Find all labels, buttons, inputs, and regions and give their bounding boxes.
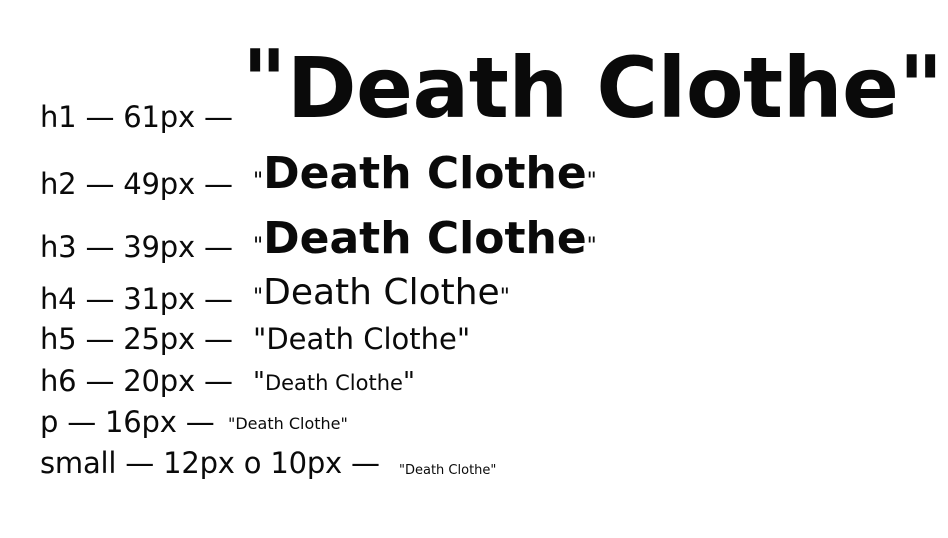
type-row-h2: h2 — 49px — "Death Clothe" [40, 152, 597, 201]
row-label: small — 12px o 10px — [40, 446, 380, 480]
type-row-h6: h6 — 20px — "Death Clothe" [40, 364, 415, 398]
row-label: h1 — 61px — [40, 100, 233, 134]
sample-group: "Death Clothe" [253, 369, 415, 395]
sample-text: Death Clothe [263, 148, 587, 199]
type-row-h3: h3 — 39px — "Death Clothe" [40, 217, 597, 264]
sample-text: Death Clothe [404, 463, 491, 478]
row-label: h4 — 31px — [40, 282, 233, 316]
sample-text: Death Clothe [264, 371, 403, 395]
close-quote: " [586, 234, 597, 259]
type-row-h1: h1 — 61px — "Death Clothe" [40, 39, 943, 134]
sample-group: "Death Clothe" [242, 39, 943, 131]
open-quote: " [253, 234, 264, 259]
close-quote: " [499, 285, 510, 310]
row-label: h3 — 39px — [40, 230, 233, 264]
row-label: h5 — 25px — [40, 322, 233, 356]
type-row-h5: h5 — 25px — "Death Clothe" [40, 322, 470, 356]
sample-group: "Death Clothe" [399, 461, 496, 477]
open-quote: " [253, 285, 264, 310]
sample-text: Death Clothe [266, 322, 457, 356]
row-label: h6 — 20px — [40, 364, 233, 398]
sample-group: "Death Clothe" [253, 325, 470, 354]
row-label: h2 — 49px — [40, 167, 233, 201]
sample-group: "Death Clothe" [228, 416, 348, 432]
close-quote: " [490, 463, 497, 478]
row-label: p — 16px — [40, 405, 215, 439]
sample-text: Death Clothe [235, 414, 341, 433]
open-quote: " [253, 322, 267, 356]
close-quote: " [586, 169, 597, 194]
open-quote: " [242, 32, 287, 132]
close-quote: " [340, 414, 348, 433]
sample-text: Death Clothe [263, 213, 587, 264]
close-quote: " [898, 38, 944, 138]
sample-text: Death Clothe [286, 39, 899, 137]
open-quote: " [253, 169, 264, 194]
open-quote: " [253, 367, 265, 397]
type-row-small: small — 12px o 10px — "Death Clothe" [40, 446, 496, 480]
close-quote: " [402, 367, 415, 397]
type-row-p: p — 16px — "Death Clothe" [40, 405, 348, 439]
sample-text: Death Clothe [263, 272, 500, 313]
type-row-h4: h4 — 31px — "Death Clothe" [40, 275, 510, 316]
sample-group: "Death Clothe" [253, 217, 597, 261]
sample-group: "Death Clothe" [253, 275, 510, 311]
sample-group: "Death Clothe" [253, 152, 597, 196]
close-quote: " [456, 322, 471, 356]
